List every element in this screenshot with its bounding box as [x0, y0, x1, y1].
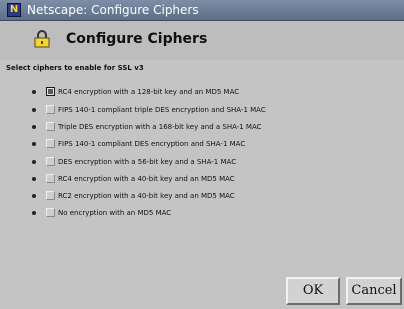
cipher-row: Triple DES encryption with a 168-bit key… [0, 120, 400, 134]
cipher-row: No encryption with an MD5 MAC [0, 206, 400, 220]
cancel-button[interactable]: Cancel [346, 277, 402, 305]
bullet-icon [32, 108, 36, 112]
cipher-label: RC4 encryption with a 128-bit key and an… [58, 88, 240, 96]
cipher-row: RC4 encryption with a 40-bit key and an … [0, 172, 400, 186]
page-title: Configure Ciphers [66, 31, 208, 47]
cipher-label: RC4 encryption with a 40-bit key and an … [58, 175, 235, 183]
cipher-label: No encryption with an MD5 MAC [58, 209, 172, 217]
window-title: Netscape: Configure Ciphers [27, 3, 199, 17]
title-bar[interactable]: N Netscape: Configure Ciphers [0, 0, 404, 21]
cipher-checkbox[interactable] [46, 139, 55, 148]
cipher-row: FIPS 140-1 compliant DES encryption and … [0, 137, 400, 151]
bullet-icon [32, 194, 36, 198]
cipher-row: DES encryption with a 56-bit key and a S… [0, 155, 400, 169]
cipher-row: RC4 encryption with a 128-bit key and an… [0, 85, 400, 99]
lock-icon [34, 30, 50, 48]
cipher-checkbox[interactable] [46, 122, 55, 131]
bullet-icon [32, 125, 36, 129]
cipher-label: FIPS 140-1 compliant triple DES encrypti… [58, 106, 266, 114]
cipher-checkbox[interactable] [46, 87, 55, 96]
bullet-icon [32, 90, 36, 94]
cipher-checkbox[interactable] [46, 105, 55, 114]
bullet-icon [32, 211, 36, 215]
cipher-checkbox[interactable] [46, 157, 55, 166]
cipher-checkbox[interactable] [46, 208, 55, 217]
cipher-label: RC2 encryption with a 40-bit key and an … [58, 192, 235, 200]
netscape-icon: N [7, 3, 21, 17]
configure-ciphers-window: N Netscape: Configure Ciphers Configure … [0, 0, 404, 309]
bullet-icon [32, 142, 36, 146]
cipher-label: DES encryption with a 56-bit key and a S… [58, 158, 237, 166]
cipher-checkbox[interactable] [46, 191, 55, 200]
cipher-label: Triple DES encryption with a 168-bit key… [58, 123, 262, 131]
bullet-icon [32, 160, 36, 164]
cipher-checkbox[interactable] [46, 174, 55, 183]
section-label: Select ciphers to enable for SSL v3 [6, 64, 144, 72]
bullet-icon [32, 177, 36, 181]
cipher-row: FIPS 140-1 compliant triple DES encrypti… [0, 103, 400, 117]
ok-button[interactable]: OK [286, 277, 340, 305]
cipher-row: RC2 encryption with a 40-bit key and an … [0, 189, 400, 203]
cipher-label: FIPS 140-1 compliant DES encryption and … [58, 140, 246, 148]
